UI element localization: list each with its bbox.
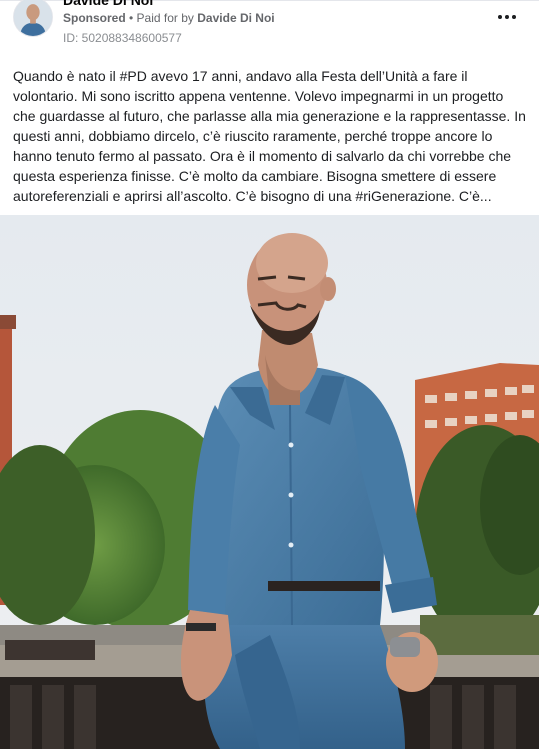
post-photo[interactable] [0, 215, 539, 749]
more-horizontal-icon [512, 15, 516, 19]
more-horizontal-icon [505, 15, 509, 19]
payer-name[interactable]: Davide Di Noi [197, 11, 274, 25]
page-name-link[interactable]: Davide Di Noi [63, 0, 153, 8]
paid-for-label: Paid for by [136, 11, 194, 25]
sponsored-meta: Sponsored • Paid for by Davide Di Noi [63, 11, 275, 25]
more-options-button[interactable] [494, 6, 520, 28]
post-header: Davide Di Noi Sponsored • Paid for by Da… [0, 0, 539, 56]
post-body-text: Quando è nato il #PD avevo 17 anni, anda… [13, 68, 526, 204]
avatar[interactable] [13, 0, 53, 37]
post-photo-image [0, 215, 539, 749]
avatar-image [14, 0, 52, 36]
sponsored-label: Sponsored [63, 11, 126, 25]
meta-separator: • [125, 11, 137, 25]
sponsored-post-card: Davide Di Noi Sponsored • Paid for by Da… [0, 0, 539, 749]
more-horizontal-icon [498, 15, 502, 19]
ad-library-id: ID: 502088348600577 [63, 31, 182, 45]
